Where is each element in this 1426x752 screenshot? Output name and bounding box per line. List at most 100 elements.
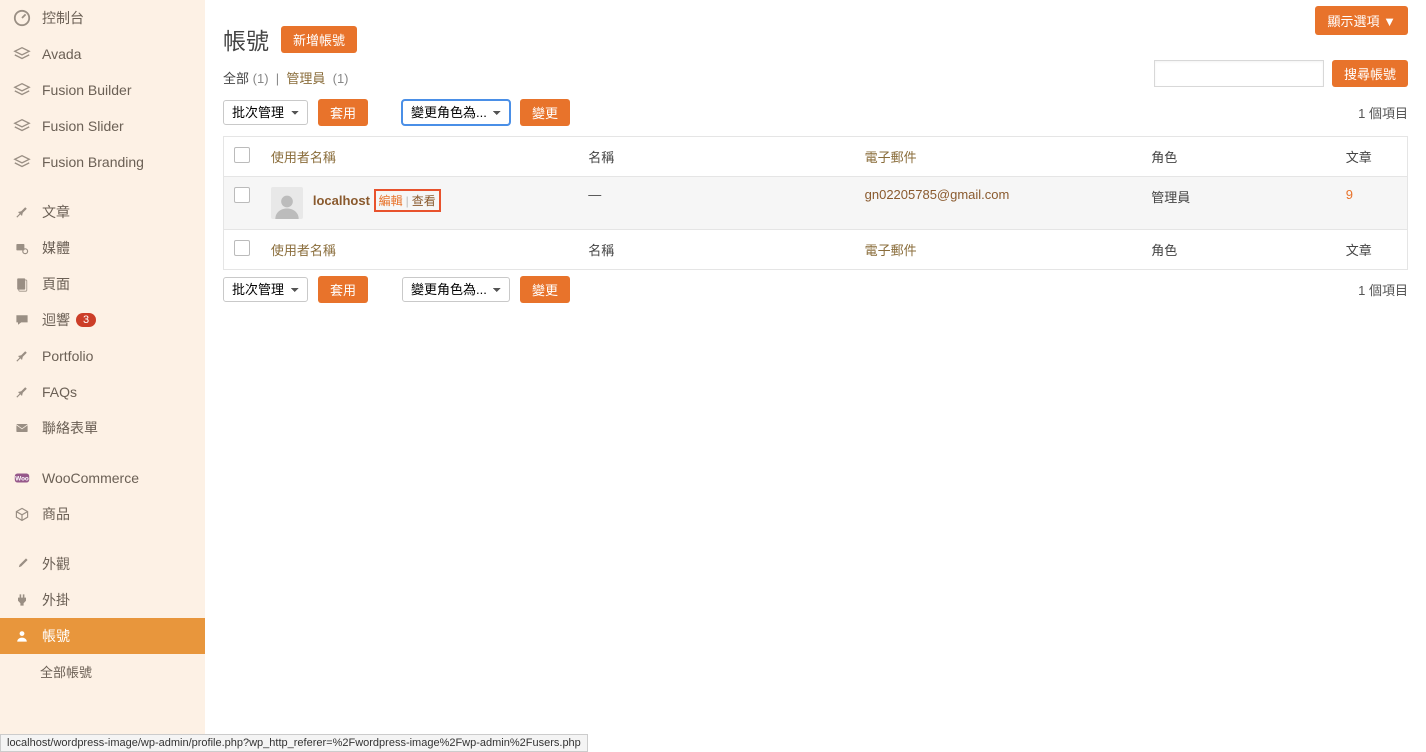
pin-icon [12, 346, 32, 366]
chevron-down-icon: ▼ [1383, 14, 1396, 29]
col-username-header[interactable]: 使用者名稱 [261, 137, 578, 177]
sidebar-item-plugins[interactable]: 外掛 [0, 582, 205, 618]
bulk-apply-bottom[interactable]: 套用 [318, 276, 368, 303]
sidebar-item-label: Portfolio [42, 348, 93, 364]
comment-icon [12, 310, 32, 330]
sidebar-item-label: 媒體 [42, 238, 70, 258]
sidebar-item-portfolio[interactable]: Portfolio [0, 338, 205, 374]
sidebar-item-label: 外掛 [42, 590, 70, 610]
col-posts-header: 文章 [1336, 137, 1408, 177]
avatar [271, 187, 303, 219]
layers-icon [12, 44, 32, 64]
filter-admin-count: (1) [333, 71, 349, 86]
sidebar-item-label: 文章 [42, 202, 70, 222]
submenu-all-users[interactable]: 全部帳號 [0, 654, 205, 689]
sidebar-item-label: Fusion Slider [42, 118, 124, 134]
col-username-footer[interactable]: 使用者名稱 [261, 230, 578, 270]
sidebar-item-faqs[interactable]: FAQs [0, 374, 205, 410]
posts-link[interactable]: 9 [1346, 187, 1353, 202]
sidebar-item-dashboard[interactable]: 控制台 [0, 0, 205, 36]
user-icon [12, 626, 32, 646]
edit-link[interactable]: 編輯 [379, 194, 403, 208]
sidebar-item-pages[interactable]: 頁面 [0, 266, 205, 302]
gauge-icon [12, 8, 32, 28]
sidebar-item-label: Fusion Builder [42, 82, 132, 98]
sidebar-item-fusion-branding[interactable]: Fusion Branding [0, 144, 205, 180]
change-role-select-top[interactable]: 變更角色為... [402, 100, 510, 125]
select-all-bottom[interactable] [234, 240, 250, 256]
pin-icon [12, 202, 32, 222]
plug-icon [12, 590, 32, 610]
layers-icon [12, 80, 32, 100]
status-bar: localhost/wordpress-image/wp-admin/profi… [0, 734, 588, 752]
filter-all[interactable]: 全部 [223, 71, 249, 86]
page-title: 帳號 [223, 22, 269, 56]
change-role-button-bottom[interactable]: 變更 [520, 276, 570, 303]
pin-icon [12, 382, 32, 402]
page-icon [12, 274, 32, 294]
search-button[interactable]: 搜尋帳號 [1332, 60, 1408, 87]
sidebar-item-users[interactable]: 帳號 [0, 618, 205, 654]
screen-options-label: 顯示選項 [1327, 14, 1379, 29]
sidebar-item-avada[interactable]: Avada [0, 36, 205, 72]
col-posts-footer: 文章 [1336, 230, 1408, 270]
cube-icon [12, 504, 32, 524]
email-link[interactable]: gn02205785@gmail.com [865, 187, 1010, 202]
sidebar-item-label: 頁面 [42, 274, 70, 294]
change-role-select-bottom[interactable]: 變更角色為... [402, 277, 510, 302]
mail-icon [12, 418, 32, 438]
comment-count-badge: 3 [76, 313, 96, 327]
table-row: localhost 編輯|查看 — gn02205785@gmail.com 管… [224, 177, 1408, 230]
item-count-top: 1 個項目 [1358, 103, 1408, 122]
sidebar-item-media[interactable]: 媒體 [0, 230, 205, 266]
sidebar-item-appearance[interactable]: 外觀 [0, 546, 205, 582]
sidebar-item-products[interactable]: 商品 [0, 496, 205, 532]
select-all-top[interactable] [234, 147, 250, 163]
add-new-user-button[interactable]: 新增帳號 [281, 26, 357, 53]
bulk-action-select-bottom[interactable]: 批次管理 [223, 277, 308, 302]
sidebar-item-label: FAQs [42, 384, 77, 400]
tablenav-top: 批次管理 套用 變更角色為... 變更 1 個項目 [223, 99, 1408, 126]
filter-all-count: (1) [253, 71, 269, 86]
sidebar-item-fusion-slider[interactable]: Fusion Slider [0, 108, 205, 144]
sidebar-item-label: 控制台 [42, 8, 84, 28]
brush-icon [12, 554, 32, 574]
view-link[interactable]: 查看 [412, 194, 436, 208]
col-role-header: 角色 [1141, 137, 1336, 177]
woo-icon: Woo [12, 468, 32, 488]
row-checkbox[interactable] [234, 187, 250, 203]
col-email-footer[interactable]: 電子郵件 [855, 230, 1142, 270]
bulk-action-select-top[interactable]: 批次管理 [223, 100, 308, 125]
col-name-header[interactable]: 名稱 [578, 137, 854, 177]
filter-administrator[interactable]: 管理員 [286, 71, 325, 86]
sidebar-item-fusion-builder[interactable]: Fusion Builder [0, 72, 205, 108]
sidebar-item-contact[interactable]: 聯絡表單 [0, 410, 205, 446]
main-content: 顯示選項 ▼ 帳號 新增帳號 搜尋帳號 全部 (1) | 管理員 (1) 批次管… [205, 0, 1426, 752]
sidebar-item-label: 聯絡表單 [42, 418, 98, 438]
sidebar-item-label: 帳號 [42, 626, 70, 646]
layers-icon [12, 116, 32, 136]
role-cell: 管理員 [1141, 177, 1336, 230]
name-cell: — [578, 177, 854, 230]
search-input[interactable] [1154, 60, 1324, 87]
change-role-button-top[interactable]: 變更 [520, 99, 570, 126]
sidebar-item-label: Fusion Branding [42, 154, 144, 170]
sidebar-item-label: 迴響 [42, 310, 70, 330]
users-table: 使用者名稱 名稱 電子郵件 角色 文章 localhost 編輯|查看 [223, 136, 1408, 270]
row-actions: 編輯|查看 [374, 189, 441, 212]
item-count-bottom: 1 個項目 [1358, 280, 1408, 299]
search-row: 搜尋帳號 [1154, 60, 1408, 87]
sidebar-item-label: 外觀 [42, 554, 70, 574]
tablenav-bottom: 批次管理 套用 變更角色為... 變更 1 個項目 [223, 276, 1408, 303]
svg-text:Woo: Woo [15, 476, 29, 483]
sidebar-item-woocommerce[interactable]: WooWooCommerce [0, 460, 205, 496]
col-name-footer[interactable]: 名稱 [578, 230, 854, 270]
col-email-header[interactable]: 電子郵件 [855, 137, 1142, 177]
sidebar-item-comments[interactable]: 迴響 3 [0, 302, 205, 338]
username-link[interactable]: localhost [313, 193, 370, 208]
sidebar-item-posts[interactable]: 文章 [0, 194, 205, 230]
screen-options-button[interactable]: 顯示選項 ▼ [1315, 6, 1408, 35]
bulk-apply-top[interactable]: 套用 [318, 99, 368, 126]
page-header: 帳號 新增帳號 [223, 22, 1408, 56]
sidebar-item-label: 商品 [42, 504, 70, 524]
